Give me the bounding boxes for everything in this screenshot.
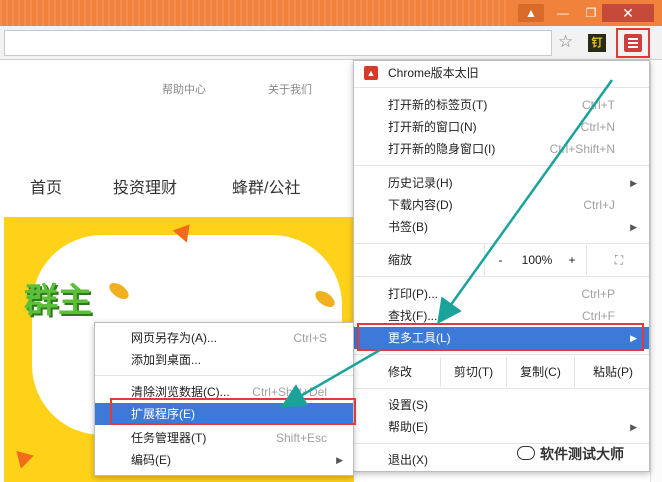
user-icon[interactable]: ▲ [518, 4, 544, 22]
star-icon[interactable]: ☆ [558, 33, 573, 51]
zoom-in-button[interactable]: + [558, 245, 586, 275]
edit-label: 修改 [388, 365, 413, 379]
menu-item-downloads[interactable]: 下载内容(D) Ctrl+J [354, 194, 649, 216]
menu-item-update[interactable]: ▲ Chrome版本太旧 [354, 62, 649, 84]
submenu-item-encoding[interactable]: 编码(E) ▶ [95, 449, 353, 471]
wechat-icon [517, 446, 535, 460]
menu-item-help[interactable]: 帮助(E) ▶ [354, 416, 649, 438]
nav-about-us[interactable]: 关于我们 [268, 81, 312, 97]
nav-investment[interactable]: 投资理财 [113, 174, 177, 198]
cut-button[interactable]: 剪切(T) [440, 357, 506, 387]
zoom-row: 缩放 - 100% + ⛶ [354, 245, 649, 275]
scrollbar[interactable] [650, 61, 662, 482]
copy-button[interactable]: 复制(C) [506, 357, 574, 387]
annotation-highlight-more-tools [357, 323, 644, 351]
chrome-menu-button[interactable] [616, 28, 650, 58]
titlebar-pattern [0, 0, 510, 26]
zoom-label: 缩放 [388, 253, 413, 267]
fullscreen-icon[interactable]: ⛶ [586, 245, 651, 275]
menu-item-bookmarks[interactable]: 书签(B) ▶ [354, 216, 649, 238]
paste-button[interactable]: 粘贴(P) [574, 357, 651, 387]
submenu-item-save-page[interactable]: 网页另存为(A)... Ctrl+S [95, 327, 353, 349]
extension-icon[interactable]: 钉 [588, 34, 606, 52]
nav-home[interactable]: 首页 [30, 174, 62, 198]
zoom-out-button[interactable]: - [484, 245, 516, 275]
edit-row: 修改 剪切(T) 复制(C) 粘贴(P) [354, 357, 649, 387]
hamburger-menu-icon [624, 34, 642, 52]
watermark-text: 软件测试大师 [540, 446, 624, 462]
nav-help-center[interactable]: 帮助中心 [162, 81, 206, 97]
menu-item-print[interactable]: 打印(P)... Ctrl+P [354, 283, 649, 305]
maximize-button[interactable]: ❐ [578, 4, 604, 22]
annotation-highlight-extensions [110, 398, 356, 425]
submenu-item-task-manager[interactable]: 任务管理器(T) Shift+Esc [95, 427, 353, 449]
submenu-item-add-desktop[interactable]: 添加到桌面... [95, 349, 353, 371]
close-button[interactable]: ✕ [602, 4, 654, 22]
menu-item-new-tab[interactable]: 打开新的标签页(T) Ctrl+T [354, 94, 649, 116]
window-titlebar: ▲ — ❐ ✕ [0, 0, 662, 26]
browser-toolbar: ☆ 钉 [0, 26, 662, 60]
menu-item-history[interactable]: 历史记录(H) ▶ [354, 172, 649, 194]
nav-community[interactable]: 蜂群/公社 [232, 174, 300, 198]
chrome-main-menu: ▲ Chrome版本太旧 打开新的标签页(T) Ctrl+T 打开新的窗口(N) C… [353, 60, 650, 472]
banner-title: 群主 [24, 282, 92, 320]
menu-item-settings[interactable]: 设置(S) [354, 394, 649, 416]
address-bar[interactable] [4, 30, 552, 56]
menu-item-new-window[interactable]: 打开新的窗口(N) Ctrl+N [354, 116, 649, 138]
menu-item-incognito[interactable]: 打开新的隐身窗口(I) Ctrl+Shift+N [354, 138, 649, 160]
minimize-button[interactable]: — [550, 4, 576, 22]
zoom-level: 100% [521, 253, 553, 267]
update-icon: ▲ [364, 66, 378, 80]
